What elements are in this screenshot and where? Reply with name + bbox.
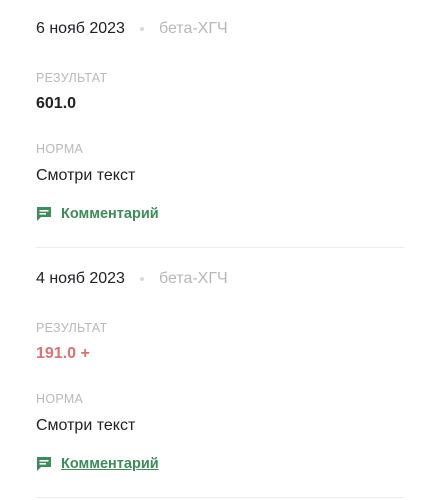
result-entry: 4 нояб 2023 бета-ХГЧ РЕЗУЛЬТАТ 191.0 + Н…: [36, 250, 404, 500]
comment-icon: [36, 456, 52, 472]
entry-test-name: бета-ХГЧ: [158, 20, 228, 37]
entry-header: 4 нояб 2023 бета-ХГЧ: [36, 269, 228, 289]
results-list: 6 нояб 2023 бета-ХГЧ РЕЗУЛЬТАТ 601.0 НОР…: [0, 0, 438, 500]
separator-dot: [139, 27, 144, 31]
norm-value: Смотри текст: [36, 167, 136, 184]
entry-header: 6 нояб 2023 бета-ХГЧ: [36, 19, 228, 39]
norm-label: НОРМА: [36, 392, 84, 406]
result-value: 601.0: [36, 95, 77, 112]
entry-test-name: бета-ХГЧ: [158, 270, 228, 287]
entry-date: 6 нояб 2023: [36, 20, 125, 37]
comment-label[interactable]: Комментарий: [61, 206, 159, 222]
norm-label: НОРМА: [36, 142, 84, 156]
comment-icon: [36, 206, 52, 222]
result-value: 191.0 +: [36, 345, 90, 362]
separator-dot: [139, 277, 144, 281]
norm-value: Смотри текст: [36, 417, 136, 434]
result-entry: 6 нояб 2023 бета-ХГЧ РЕЗУЛЬТАТ 601.0 НОР…: [36, 0, 404, 250]
divider: [36, 247, 404, 248]
result-label: РЕЗУЛЬТАТ: [36, 71, 108, 85]
result-label: РЕЗУЛЬТАТ: [36, 321, 108, 335]
comment-label[interactable]: Комментарий: [61, 456, 159, 472]
divider: [36, 497, 404, 498]
comment-link[interactable]: Комментарий: [36, 206, 159, 222]
entry-date: 4 нояб 2023: [36, 270, 125, 287]
comment-link[interactable]: Комментарий: [36, 456, 159, 472]
